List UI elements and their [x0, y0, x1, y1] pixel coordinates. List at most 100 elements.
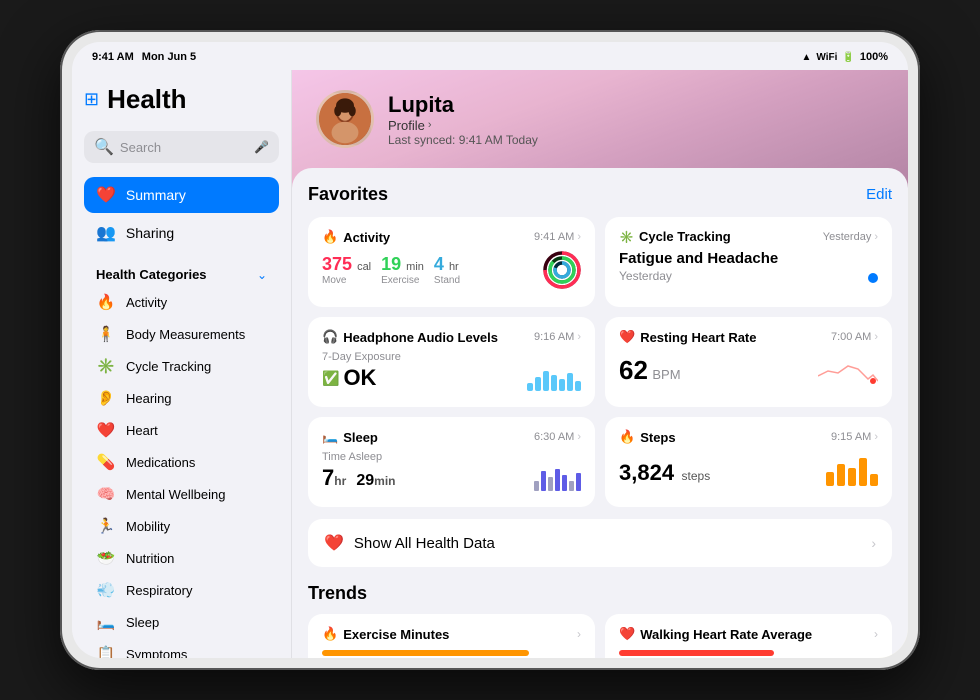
sidebar-item-body-measurements[interactable]: 🧍 Body Measurements — [84, 318, 279, 350]
activity-card-title: 🔥 Activity — [322, 229, 390, 245]
trends-title: Trends — [308, 583, 892, 604]
headphone-card-chevron: › — [577, 331, 581, 343]
activity-card-body: 375 cal Move 19 min — [322, 251, 581, 289]
chevron-down-icon[interactable]: ⌄ — [257, 268, 267, 282]
profile-link[interactable]: Profile › — [388, 118, 538, 133]
sidebar-item-respiratory[interactable]: 💨 Respiratory — [84, 574, 279, 606]
wifi-icon: ▲ — [801, 52, 811, 63]
exercise-label: Exercise — [381, 275, 424, 286]
status-time: 9:41 AM — [92, 51, 134, 63]
resting-heart-rate-card[interactable]: ❤️ Resting Heart Rate 7:00 AM › — [605, 317, 892, 407]
audio-bar-2 — [535, 377, 541, 391]
sleep-time: 7hr 29min — [322, 465, 396, 491]
trend-walking-heart-rate[interactable]: ❤️ Walking Heart Rate Average › — [605, 614, 892, 658]
trend-walking-hr-title: ❤️ Walking Heart Rate Average — [619, 626, 812, 642]
activity-card[interactable]: 🔥 Activity 9:41 AM › — [308, 217, 595, 307]
steps-card-time: 9:15 AM › — [831, 431, 878, 443]
steps-card-header: 🔥 Steps 9:15 AM › — [619, 429, 878, 445]
main-content: Lupita Profile › Last synced: 9:41 AM To… — [292, 70, 908, 658]
profile-chevron-icon: › — [428, 119, 432, 131]
resting-heart-rate-card-title: ❤️ Resting Heart Rate — [619, 329, 757, 345]
trend-exercise-bar — [322, 650, 529, 656]
avatar — [316, 90, 374, 148]
favorites-grid: 🔥 Activity 9:41 AM › — [308, 217, 892, 507]
headphone-audio-card-header: 🎧 Headphone Audio Levels 9:16 AM › — [322, 329, 581, 345]
sleep-bar-6 — [569, 481, 574, 491]
nutrition-icon: 🥗 — [96, 549, 116, 567]
sidebar-header: ⊞ Health — [84, 80, 279, 119]
battery-percent: 100% — [860, 51, 888, 63]
move-value: 375 cal — [322, 254, 371, 275]
ok-text: OK — [343, 365, 376, 391]
hr-chart — [818, 351, 878, 386]
audio-bar-3 — [543, 371, 549, 391]
trend-walking-hr-icon: ❤️ — [619, 626, 635, 642]
sidebar-item-activity[interactable]: 🔥 Activity — [84, 286, 279, 318]
sidebar-icon: ⊞ — [84, 89, 99, 110]
show-all-heart-icon: ❤️ — [324, 533, 344, 553]
activity-card-header: 🔥 Activity 9:41 AM › — [322, 229, 581, 245]
sidebar-item-mobility[interactable]: 🏃 Mobility — [84, 510, 279, 542]
medications-label: Medications — [126, 455, 195, 470]
show-all-label: Show All Health Data — [354, 535, 861, 552]
sidebar-item-nutrition[interactable]: 🥗 Nutrition — [84, 542, 279, 574]
trend-exercise-chevron: › — [577, 627, 581, 641]
audio-bar-1 — [527, 383, 533, 391]
audio-bar-7 — [575, 381, 581, 391]
stand-label: Stand — [434, 275, 460, 286]
stand-unit: hr — [449, 261, 459, 273]
activity-icon: 🔥 — [96, 293, 116, 311]
mobility-icon: 🏃 — [96, 517, 116, 535]
sleep-card-chevron: › — [577, 431, 581, 443]
sidebar-item-symptoms[interactable]: 📋 Symptoms — [84, 638, 279, 658]
battery-icon: 🔋 — [842, 52, 854, 63]
sidebar-item-summary[interactable]: ❤️ Summary — [84, 177, 279, 213]
sleep-card-body: Time Asleep 7hr 29min — [322, 451, 581, 491]
steps-card[interactable]: 🔥 Steps 9:15 AM › — [605, 417, 892, 507]
cycle-dot — [868, 273, 878, 283]
sidebar-item-sleep[interactable]: 🛏️ Sleep — [84, 606, 279, 638]
edit-button[interactable]: Edit — [866, 186, 892, 203]
sleep-bar-1 — [534, 481, 539, 491]
sleep-bar-4 — [555, 469, 560, 491]
steps-card-title: 🔥 Steps — [619, 429, 676, 445]
sleep-card[interactable]: 🛏️ Sleep 6:30 AM › Time Aslee — [308, 417, 595, 507]
exercise-value: 19 min — [381, 254, 424, 275]
activity-rings-svg — [543, 251, 581, 289]
steps-value-container: 3,824 steps — [619, 460, 710, 486]
hr-card-chevron: › — [874, 331, 878, 343]
audio-bar-6 — [567, 373, 573, 391]
hearing-label: Hearing — [126, 391, 172, 406]
activity-card-time: 9:41 AM › — [534, 231, 581, 243]
sleep-label: Sleep — [126, 615, 159, 630]
sleep-label: Time Asleep — [322, 451, 396, 463]
audio-bar-5 — [559, 379, 565, 391]
sidebar-item-sharing[interactable]: 👥 Sharing — [84, 215, 279, 251]
activity-card-icon: 🔥 — [322, 229, 338, 245]
steps-unit: steps — [682, 469, 711, 483]
sidebar-item-hearing[interactable]: 👂 Hearing — [84, 382, 279, 414]
stand-stat: 4 hr Stand — [434, 254, 460, 286]
hr-value: 62 — [619, 355, 648, 385]
sidebar-item-mental-wellbeing[interactable]: 🧠 Mental Wellbeing — [84, 478, 279, 510]
sidebar-item-heart[interactable]: ❤️ Heart — [84, 414, 279, 446]
cycle-tracking-card-title: ✳️ Cycle Tracking — [619, 229, 731, 244]
mobility-label: Mobility — [126, 519, 170, 534]
trend-exercise-minutes[interactable]: 🔥 Exercise Minutes › — [308, 614, 595, 658]
steps-bar-5 — [870, 474, 878, 486]
sleep-minutes: 29min — [356, 472, 395, 489]
sleep-hours: 7hr — [322, 465, 352, 490]
mental-wellbeing-label: Mental Wellbeing — [126, 487, 225, 502]
sleep-info: Time Asleep 7hr 29min — [322, 451, 396, 491]
search-bar[interactable]: 🔍 Search 🎤 — [84, 131, 279, 163]
cycle-card-chevron: › — [874, 231, 878, 243]
headphone-audio-card[interactable]: 🎧 Headphone Audio Levels 9:16 AM › — [308, 317, 595, 407]
sidebar-item-medications[interactable]: 💊 Medications — [84, 446, 279, 478]
sleep-bar-7 — [576, 473, 581, 491]
cycle-tracking-card[interactable]: ✳️ Cycle Tracking Yesterday › — [605, 217, 892, 307]
sidebar-item-cycle-tracking[interactable]: ✳️ Cycle Tracking — [84, 350, 279, 382]
show-all-health-data-button[interactable]: ❤️ Show All Health Data › — [308, 519, 892, 567]
steps-bar-1 — [826, 472, 834, 486]
status-bar: 9:41 AM Mon Jun 5 ▲ WiFi 🔋 100% — [72, 42, 908, 70]
exposure-label: 7-Day Exposure — [322, 351, 401, 363]
